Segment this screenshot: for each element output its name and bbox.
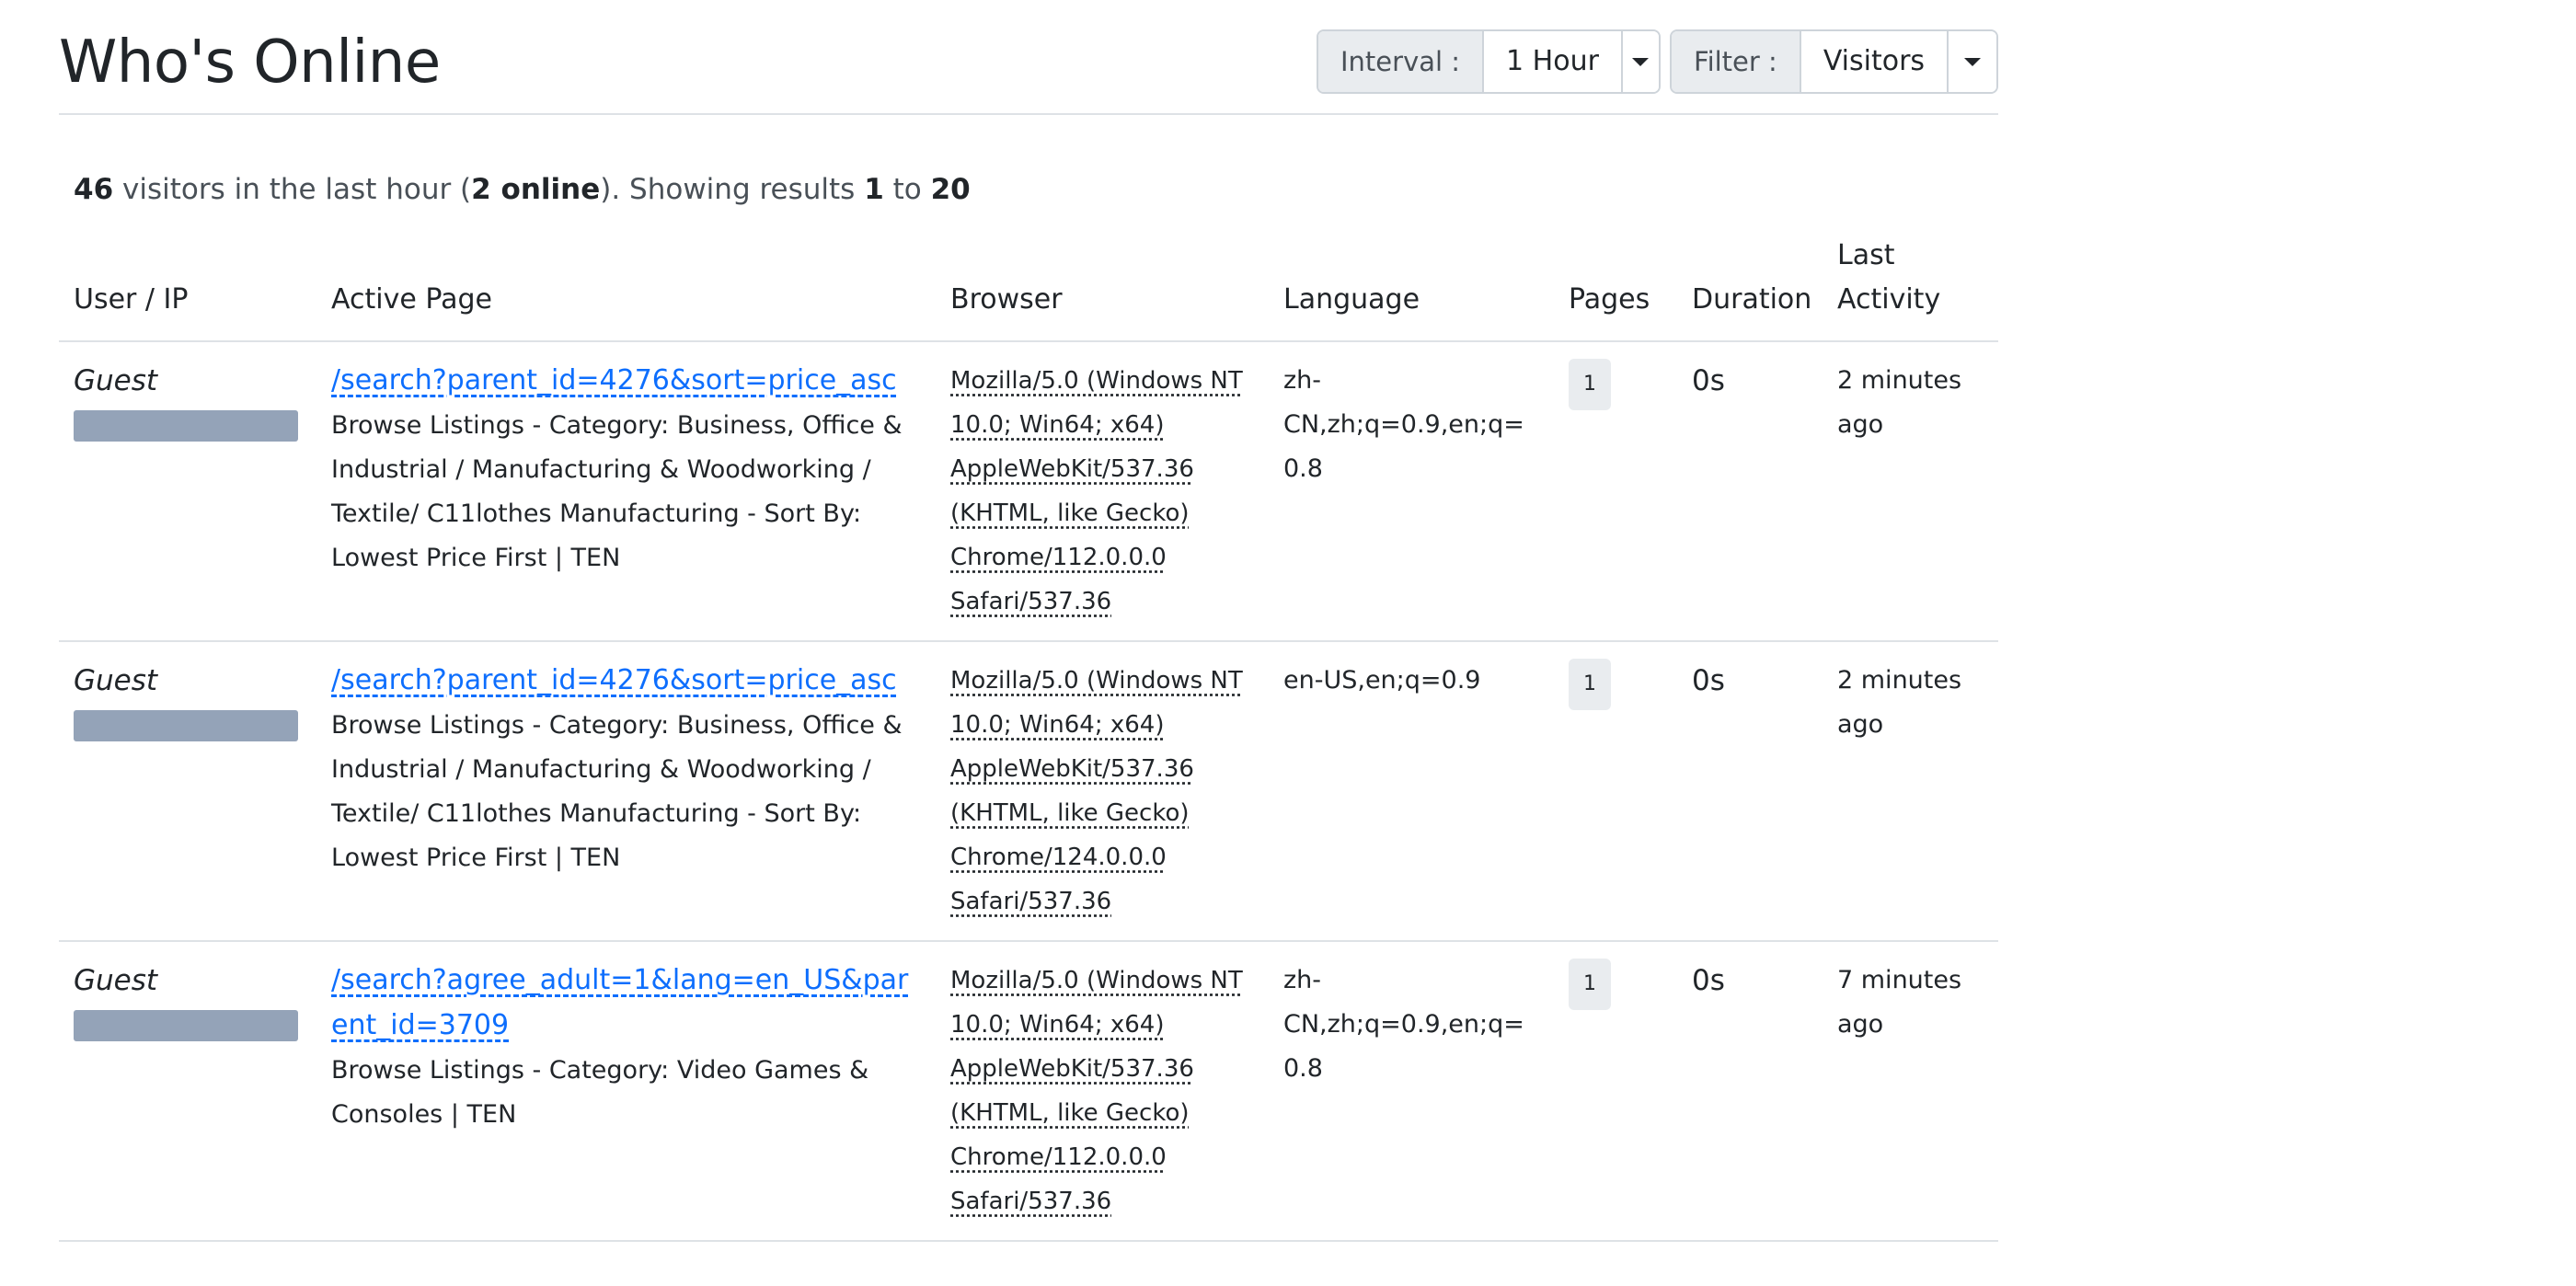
active-page-link[interactable]: /search?parent_id=4276&sort=price_asc [331, 664, 897, 696]
table-row: Guest /search?parent_id=4276&sort=price_… [59, 641, 1998, 942]
browser-cell: Mozilla/5.0 (Windows NT 10.0; Win64; x64… [936, 641, 1269, 942]
active-page-cell: /search?parent_id=4276&sort=price_asc Br… [316, 641, 936, 942]
results-summary: 46 visitors in the last hour (2 online).… [74, 164, 971, 215]
column-header-browser: Browser [936, 234, 1269, 342]
summary-text-to: to [883, 173, 931, 206]
browser-user-agent[interactable]: Mozilla/5.0 (Windows NT 10.0; Win64; x64… [950, 967, 1243, 1215]
active-page-cell: /search?agree_adult=1&lang=en_US&parent_… [316, 941, 936, 1242]
page-container: Who's Online Interval : 1 Hour Filter : … [59, 0, 1998, 1242]
caret-down-icon [1964, 57, 1982, 66]
filter-dropdown-toggle[interactable] [1947, 31, 1996, 92]
user-name: Guest [74, 664, 158, 697]
user-cell: Guest [59, 641, 316, 942]
last-activity-value: 7 minutes ago [1837, 966, 1962, 1039]
user-name: Guest [74, 964, 158, 997]
language-cell: zh-CN,zh;q=0.9,en;q=0.8 [1269, 341, 1554, 642]
pages-cell: 1 [1554, 341, 1677, 642]
column-header-language: Language [1269, 234, 1554, 342]
duration-value: 0s [1692, 364, 1725, 397]
filter-label: Filter : [1672, 31, 1801, 92]
table-row: Guest /search?agree_adult=1&lang=en_US&p… [59, 941, 1998, 1242]
caret-down-icon [1632, 57, 1650, 66]
active-page-cell: /search?parent_id=4276&sort=price_asc Br… [316, 341, 936, 642]
interval-value[interactable]: 1 Hour [1484, 31, 1621, 92]
column-header-user: User / IP [59, 234, 316, 342]
filter-dropdown[interactable]: Filter : Visitors [1670, 29, 1998, 94]
last-activity-value: 2 minutes ago [1837, 366, 1962, 439]
duration-cell: 0s [1677, 641, 1823, 942]
active-page-description: Browse Listings - Category: Business, Of… [331, 411, 903, 572]
online-visitors-table: User / IP Active Page Browser Language P… [59, 234, 1998, 1242]
language-cell: zh-CN,zh;q=0.9,en;q=0.8 [1269, 941, 1554, 1242]
duration-cell: 0s [1677, 341, 1823, 642]
active-page-description: Browse Listings - Category: Business, Of… [331, 711, 903, 872]
interval-dropdown-toggle[interactable] [1620, 31, 1659, 92]
interval-dropdown[interactable]: Interval : 1 Hour [1317, 29, 1661, 94]
duration-cell: 0s [1677, 941, 1823, 1242]
language-value: en-US,en;q=0.9 [1283, 666, 1481, 695]
results-from: 1 [864, 173, 884, 206]
column-header-active-page: Active Page [316, 234, 936, 342]
pages-cell: 1 [1554, 641, 1677, 942]
duration-value: 0s [1692, 964, 1725, 997]
browser-cell: Mozilla/5.0 (Windows NT 10.0; Win64; x64… [936, 341, 1269, 642]
page-title: Who's Online [59, 29, 441, 97]
column-header-pages: Pages [1554, 234, 1677, 342]
last-activity-cell: 2 minutes ago [1823, 341, 1998, 642]
pages-cell: 1 [1554, 941, 1677, 1242]
active-page-link[interactable]: /search?parent_id=4276&sort=price_asc [331, 364, 897, 396]
user-cell: Guest [59, 941, 316, 1242]
last-activity-value: 2 minutes ago [1837, 666, 1962, 739]
last-activity-cell: 7 minutes ago [1823, 941, 1998, 1242]
ip-address-redacted [74, 410, 298, 442]
user-cell: Guest [59, 341, 316, 642]
pages-badge: 1 [1569, 359, 1611, 410]
interval-label: Interval : [1318, 31, 1485, 92]
results-to: 20 [930, 173, 971, 206]
table-header-row: User / IP Active Page Browser Language P… [59, 234, 1998, 342]
browser-user-agent[interactable]: Mozilla/5.0 (Windows NT 10.0; Win64; x64… [950, 667, 1243, 915]
language-value: zh-CN,zh;q=0.9,en;q=0.8 [1283, 366, 1524, 483]
visitors-count: 46 [74, 173, 114, 206]
user-name: Guest [74, 364, 158, 397]
pages-badge: 1 [1569, 659, 1611, 710]
filter-value[interactable]: Visitors [1800, 31, 1948, 92]
column-header-duration: Duration [1677, 234, 1823, 342]
last-activity-cell: 2 minutes ago [1823, 641, 1998, 942]
ip-address-redacted [74, 1010, 298, 1041]
active-page-link[interactable]: /search?agree_adult=1&lang=en_US&parent_… [331, 964, 908, 1041]
column-header-last-activity: Last Activity [1823, 234, 1998, 342]
active-page-description: Browse Listings - Category: Video Games … [331, 1056, 869, 1129]
browser-user-agent[interactable]: Mozilla/5.0 (Windows NT 10.0; Win64; x64… [950, 367, 1243, 615]
browser-cell: Mozilla/5.0 (Windows NT 10.0; Win64; x64… [936, 941, 1269, 1242]
summary-text-visitors: visitors in the last hour ( [113, 173, 472, 206]
ip-address-redacted [74, 710, 298, 741]
summary-text-showing: ). Showing results [600, 173, 865, 206]
pages-badge: 1 [1569, 959, 1611, 1010]
language-cell: en-US,en;q=0.9 [1269, 641, 1554, 942]
page-header: Who's Online Interval : 1 Hour Filter : … [59, 0, 1998, 115]
online-count: 2 online [471, 173, 601, 206]
table-row: Guest /search?parent_id=4276&sort=price_… [59, 341, 1998, 642]
language-value: zh-CN,zh;q=0.9,en;q=0.8 [1283, 966, 1524, 1083]
duration-value: 0s [1692, 664, 1725, 697]
